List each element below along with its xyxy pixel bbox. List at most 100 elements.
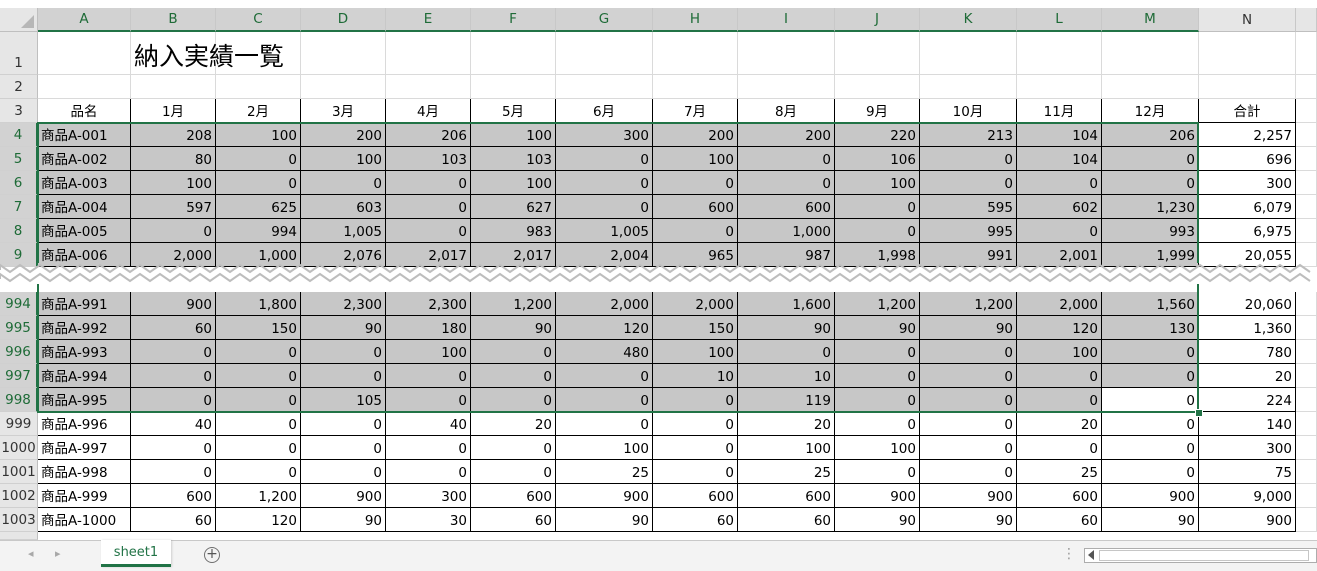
value-cell[interactable]: 0 <box>1017 171 1102 195</box>
value-cell[interactable]: 602 <box>1017 195 1102 219</box>
value-cell[interactable]: 90 <box>738 316 835 340</box>
header-cell-E[interactable]: 4月 <box>386 99 471 123</box>
value-cell[interactable]: 0 <box>738 171 835 195</box>
value-cell[interactable]: 300 <box>386 484 471 508</box>
cell-extra[interactable] <box>1296 292 1317 316</box>
value-cell[interactable]: 0 <box>653 460 738 484</box>
column-header-J[interactable]: J <box>835 8 920 32</box>
value-cell[interactable]: 0 <box>301 171 386 195</box>
column-header-A[interactable]: A <box>38 8 131 32</box>
value-cell[interactable]: 0 <box>835 219 920 243</box>
triangle-right-icon[interactable]: ▸ <box>55 547 61 560</box>
value-cell[interactable]: 20 <box>471 412 556 436</box>
value-cell[interactable]: 0 <box>556 171 653 195</box>
value-cell[interactable]: 120 <box>1017 316 1102 340</box>
row-header-1[interactable]: 1 <box>0 32 38 75</box>
value-cell[interactable]: 2,000 <box>1017 292 1102 316</box>
value-cell[interactable]: 0 <box>386 195 471 219</box>
value-cell[interactable]: 0 <box>216 460 301 484</box>
value-cell[interactable]: 597 <box>131 195 216 219</box>
value-cell[interactable]: 600 <box>738 484 835 508</box>
value-cell[interactable]: 0 <box>386 388 471 412</box>
cell-extra[interactable] <box>1296 316 1317 340</box>
cell-E2[interactable] <box>386 75 471 99</box>
value-cell[interactable]: 0 <box>556 364 653 388</box>
column-header-I[interactable]: I <box>738 8 835 32</box>
value-cell[interactable]: 900 <box>301 484 386 508</box>
item-name-cell[interactable]: 商品A-992 <box>38 316 131 340</box>
value-cell[interactable]: 105 <box>301 388 386 412</box>
value-cell[interactable]: 20 <box>738 412 835 436</box>
header-cell-L[interactable]: 11月 <box>1017 99 1102 123</box>
value-cell[interactable]: 603 <box>301 195 386 219</box>
row-header-2[interactable]: 2 <box>0 75 38 99</box>
header-cell-F[interactable]: 5月 <box>471 99 556 123</box>
item-name-cell[interactable]: 商品A-994 <box>38 364 131 388</box>
value-cell[interactable]: 90 <box>556 508 653 532</box>
value-cell[interactable]: 0 <box>920 460 1017 484</box>
header-cell-G[interactable]: 6月 <box>556 99 653 123</box>
cell-extra[interactable] <box>1296 436 1317 460</box>
value-cell[interactable]: 0 <box>301 436 386 460</box>
value-cell[interactable]: 0 <box>1102 436 1199 460</box>
value-cell[interactable]: 60 <box>471 508 556 532</box>
value-cell[interactable]: 90 <box>471 316 556 340</box>
value-cell[interactable]: 100 <box>835 436 920 460</box>
value-cell[interactable]: 40 <box>386 412 471 436</box>
plus-circle-icon[interactable]: + <box>204 547 220 563</box>
value-cell[interactable]: 993 <box>1102 219 1199 243</box>
value-cell[interactable]: 1,600 <box>738 292 835 316</box>
total-cell[interactable]: 224 <box>1199 388 1296 412</box>
value-cell[interactable]: 0 <box>131 340 216 364</box>
value-cell[interactable]: 100 <box>556 436 653 460</box>
value-cell[interactable]: 0 <box>301 412 386 436</box>
header-cell-M[interactable]: 12月 <box>1102 99 1199 123</box>
cell-D2[interactable] <box>301 75 386 99</box>
value-cell[interactable]: 0 <box>653 412 738 436</box>
value-cell[interactable]: 150 <box>653 316 738 340</box>
cell-L2[interactable] <box>1017 75 1102 99</box>
value-cell[interactable]: 119 <box>738 388 835 412</box>
cell-F1[interactable] <box>471 32 556 75</box>
total-cell[interactable]: 6,079 <box>1199 195 1296 219</box>
triangle-left-icon[interactable]: ◂ <box>28 547 34 560</box>
value-cell[interactable]: 0 <box>653 436 738 460</box>
column-header-H[interactable]: H <box>653 8 738 32</box>
value-cell[interactable]: 1,200 <box>471 292 556 316</box>
cell-extra[interactable] <box>1296 147 1317 171</box>
value-cell[interactable]: 100 <box>835 171 920 195</box>
header-cell-I[interactable]: 8月 <box>738 99 835 123</box>
cell-M1[interactable] <box>1102 32 1199 75</box>
cell-A1[interactable] <box>38 32 131 75</box>
value-cell[interactable]: 1,000 <box>738 219 835 243</box>
item-name-cell[interactable]: 商品A-997 <box>38 436 131 460</box>
header-cell-K[interactable]: 10月 <box>920 99 1017 123</box>
value-cell[interactable]: 0 <box>1017 436 1102 460</box>
value-cell[interactable]: 106 <box>835 147 920 171</box>
value-cell[interactable]: 0 <box>301 364 386 388</box>
value-cell[interactable]: 1,230 <box>1102 195 1199 219</box>
value-cell[interactable]: 200 <box>653 123 738 147</box>
value-cell[interactable]: 0 <box>920 171 1017 195</box>
value-cell[interactable]: 0 <box>301 340 386 364</box>
item-name-cell[interactable]: 商品A-1000 <box>38 508 131 532</box>
cell-K1[interactable] <box>920 32 1017 75</box>
value-cell[interactable]: 0 <box>386 364 471 388</box>
value-cell[interactable]: 80 <box>131 147 216 171</box>
value-cell[interactable]: 0 <box>216 171 301 195</box>
row-header-1003[interactable]: 1003 <box>0 508 38 532</box>
value-cell[interactable]: 60 <box>131 508 216 532</box>
item-name-cell[interactable]: 商品A-005 <box>38 219 131 243</box>
cell-extra[interactable] <box>1296 460 1317 484</box>
cell-extra[interactable] <box>1296 123 1317 147</box>
value-cell[interactable]: 104 <box>1017 147 1102 171</box>
cell-L1[interactable] <box>1017 32 1102 75</box>
value-cell[interactable]: 20 <box>1017 412 1102 436</box>
value-cell[interactable]: 100 <box>653 340 738 364</box>
cell-J2[interactable] <box>835 75 920 99</box>
value-cell[interactable]: 0 <box>1017 219 1102 243</box>
value-cell[interactable]: 30 <box>386 508 471 532</box>
cell-N2[interactable] <box>1199 75 1296 99</box>
value-cell[interactable]: 60 <box>738 508 835 532</box>
value-cell[interactable]: 25 <box>738 460 835 484</box>
